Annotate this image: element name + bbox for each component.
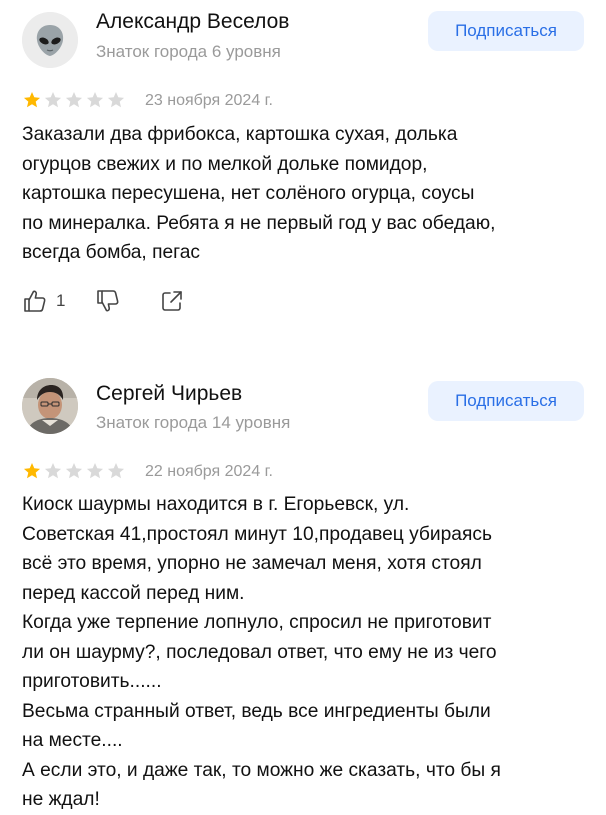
- subscribe-button[interactable]: Подписаться: [428, 381, 584, 421]
- star-empty-icon: [86, 91, 104, 108]
- star-filled-icon: [23, 462, 41, 479]
- thumbs-up-icon: [24, 290, 46, 312]
- review-date: 22 ноября 2024 г.: [145, 463, 273, 480]
- subscribe-label: Подписаться: [455, 391, 557, 410]
- star-empty-icon: [107, 91, 125, 108]
- thumbs-down-icon: [97, 290, 119, 312]
- star-filled-icon: [23, 91, 41, 108]
- author-level: Знаток города 14 уровня: [96, 413, 291, 432]
- author-name[interactable]: Александр Веселов: [96, 10, 289, 34]
- review-text-line: по минералка. Ребята я не первый год у в…: [22, 212, 496, 234]
- rating-stars: [22, 91, 126, 109]
- review-text-line: приготовить......: [22, 671, 162, 692]
- alien-icon: [22, 12, 78, 68]
- author-level: Знаток города 6 уровня: [96, 42, 281, 61]
- review-text-line: А если это, и даже так, то можно же сказ…: [22, 759, 501, 781]
- review-text-line: всё это время, упорно не замечал меня, х…: [22, 553, 482, 574]
- like-button[interactable]: 1: [22, 288, 65, 314]
- subscribe-button[interactable]: Подписаться: [428, 11, 584, 51]
- star-empty-icon: [86, 462, 104, 479]
- review-text-line: Киоск шаурмы находится в г. Егорьевск, у…: [22, 494, 410, 515]
- review-text-line: Весьма странный ответ, ведь все ингредие…: [22, 700, 491, 722]
- star-empty-icon: [44, 91, 62, 108]
- review-text-line: Когда уже терпение лопнуло, спросил не п…: [22, 612, 492, 633]
- review-date: 23 ноября 2024 г.: [145, 92, 273, 109]
- review-text: Киоск шаурмы находится в г. Егорьевск, у…: [22, 490, 592, 815]
- review-text-line: на месте....: [22, 730, 123, 751]
- star-empty-icon: [65, 91, 83, 108]
- review-text-line: ли он шаурму?, последовал ответ, что ему…: [22, 641, 497, 663]
- share-button[interactable]: [159, 288, 185, 314]
- dislike-button[interactable]: [95, 288, 121, 314]
- author-name[interactable]: Сергей Чирьев: [96, 382, 242, 406]
- user-photo: [22, 378, 78, 434]
- review-text-line: картошка пересушена, нет солёного огурца…: [22, 183, 475, 204]
- review-text-line: Советская 41,простоял минут 10,продавец …: [22, 523, 492, 545]
- review-card: Александр Веселов Знаток города 6 уровня…: [0, 0, 606, 345]
- star-empty-icon: [107, 462, 125, 479]
- avatar[interactable]: [22, 12, 78, 68]
- review-text-line: Заказали два фрибокса, картошка сухая, д…: [22, 124, 458, 145]
- avatar[interactable]: [22, 378, 78, 434]
- review-text: Заказали два фрибокса, картошка сухая, д…: [22, 120, 592, 268]
- review-text-line: перед кассой перед ним.: [22, 582, 245, 604]
- review-text-line: огурцов свежих и по мелкой дольке помидо…: [22, 153, 428, 175]
- rating-stars: [22, 462, 126, 480]
- subscribe-label: Подписаться: [455, 21, 557, 40]
- star-empty-icon: [44, 462, 62, 479]
- review-card: Сергей Чирьев Знаток города 14 уровня По…: [0, 345, 606, 810]
- like-count: 1: [56, 291, 66, 310]
- star-empty-icon: [65, 462, 83, 479]
- share-icon: [162, 291, 183, 311]
- review-actions: 1: [22, 288, 185, 314]
- review-text-line: всегда бомба, пегас: [22, 242, 200, 263]
